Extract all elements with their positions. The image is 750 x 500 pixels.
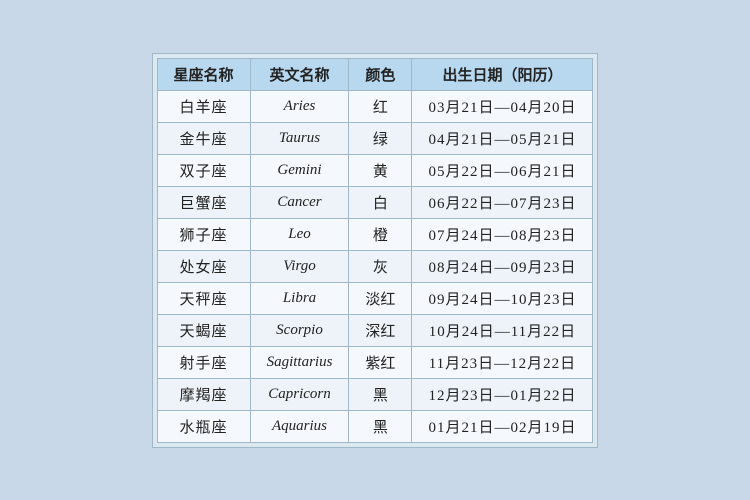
cell-r3-c0: 巨蟹座 bbox=[157, 186, 250, 218]
cell-r5-c3: 08月24日—09月23日 bbox=[412, 250, 593, 282]
table-row: 狮子座Leo橙07月24日—08月23日 bbox=[157, 218, 593, 250]
cell-r0-c3: 03月21日—04月20日 bbox=[412, 90, 593, 122]
header-english-name: 英文名称 bbox=[250, 58, 349, 90]
zodiac-table-container: 星座名称 英文名称 颜色 出生日期（阳历） 白羊座Aries红03月21日—04… bbox=[152, 53, 599, 448]
cell-r8-c0: 射手座 bbox=[157, 346, 250, 378]
cell-r6-c1: Libra bbox=[250, 282, 349, 314]
table-row: 金牛座Taurus绿04月21日—05月21日 bbox=[157, 122, 593, 154]
table-row: 处女座Virgo灰08月24日—09月23日 bbox=[157, 250, 593, 282]
cell-r2-c3: 05月22日—06月21日 bbox=[412, 154, 593, 186]
zodiac-table: 星座名称 英文名称 颜色 出生日期（阳历） 白羊座Aries红03月21日—04… bbox=[157, 58, 594, 443]
cell-r5-c1: Virgo bbox=[250, 250, 349, 282]
cell-r3-c1: Cancer bbox=[250, 186, 349, 218]
table-row: 摩羯座Capricorn黑12月23日—01月22日 bbox=[157, 378, 593, 410]
cell-r5-c2: 灰 bbox=[349, 250, 412, 282]
cell-r10-c0: 水瓶座 bbox=[157, 410, 250, 442]
cell-r0-c1: Aries bbox=[250, 90, 349, 122]
cell-r2-c0: 双子座 bbox=[157, 154, 250, 186]
table-header-row: 星座名称 英文名称 颜色 出生日期（阳历） bbox=[157, 58, 593, 90]
cell-r1-c1: Taurus bbox=[250, 122, 349, 154]
table-row: 双子座Gemini黄05月22日—06月21日 bbox=[157, 154, 593, 186]
header-chinese-name: 星座名称 bbox=[157, 58, 250, 90]
cell-r4-c3: 07月24日—08月23日 bbox=[412, 218, 593, 250]
cell-r6-c2: 淡红 bbox=[349, 282, 412, 314]
header-color: 颜色 bbox=[349, 58, 412, 90]
cell-r3-c2: 白 bbox=[349, 186, 412, 218]
table-row: 射手座Sagittarius紫红11月23日—12月22日 bbox=[157, 346, 593, 378]
cell-r7-c0: 天蝎座 bbox=[157, 314, 250, 346]
table-row: 天蝎座Scorpio深红10月24日—11月22日 bbox=[157, 314, 593, 346]
cell-r1-c2: 绿 bbox=[349, 122, 412, 154]
cell-r9-c1: Capricorn bbox=[250, 378, 349, 410]
cell-r8-c1: Sagittarius bbox=[250, 346, 349, 378]
table-row: 巨蟹座Cancer白06月22日—07月23日 bbox=[157, 186, 593, 218]
cell-r5-c0: 处女座 bbox=[157, 250, 250, 282]
table-row: 水瓶座Aquarius黑01月21日—02月19日 bbox=[157, 410, 593, 442]
header-birthday: 出生日期（阳历） bbox=[412, 58, 593, 90]
cell-r4-c0: 狮子座 bbox=[157, 218, 250, 250]
cell-r7-c3: 10月24日—11月22日 bbox=[412, 314, 593, 346]
table-body: 白羊座Aries红03月21日—04月20日金牛座Taurus绿04月21日—0… bbox=[157, 90, 593, 442]
cell-r3-c3: 06月22日—07月23日 bbox=[412, 186, 593, 218]
cell-r0-c2: 红 bbox=[349, 90, 412, 122]
cell-r9-c2: 黑 bbox=[349, 378, 412, 410]
cell-r4-c1: Leo bbox=[250, 218, 349, 250]
cell-r10-c3: 01月21日—02月19日 bbox=[412, 410, 593, 442]
cell-r9-c3: 12月23日—01月22日 bbox=[412, 378, 593, 410]
cell-r4-c2: 橙 bbox=[349, 218, 412, 250]
cell-r8-c2: 紫红 bbox=[349, 346, 412, 378]
cell-r9-c0: 摩羯座 bbox=[157, 378, 250, 410]
cell-r7-c1: Scorpio bbox=[250, 314, 349, 346]
cell-r6-c3: 09月24日—10月23日 bbox=[412, 282, 593, 314]
table-row: 天秤座Libra淡红09月24日—10月23日 bbox=[157, 282, 593, 314]
cell-r1-c0: 金牛座 bbox=[157, 122, 250, 154]
cell-r6-c0: 天秤座 bbox=[157, 282, 250, 314]
cell-r7-c2: 深红 bbox=[349, 314, 412, 346]
cell-r8-c3: 11月23日—12月22日 bbox=[412, 346, 593, 378]
cell-r2-c1: Gemini bbox=[250, 154, 349, 186]
cell-r10-c1: Aquarius bbox=[250, 410, 349, 442]
cell-r0-c0: 白羊座 bbox=[157, 90, 250, 122]
cell-r2-c2: 黄 bbox=[349, 154, 412, 186]
cell-r1-c3: 04月21日—05月21日 bbox=[412, 122, 593, 154]
cell-r10-c2: 黑 bbox=[349, 410, 412, 442]
table-row: 白羊座Aries红03月21日—04月20日 bbox=[157, 90, 593, 122]
